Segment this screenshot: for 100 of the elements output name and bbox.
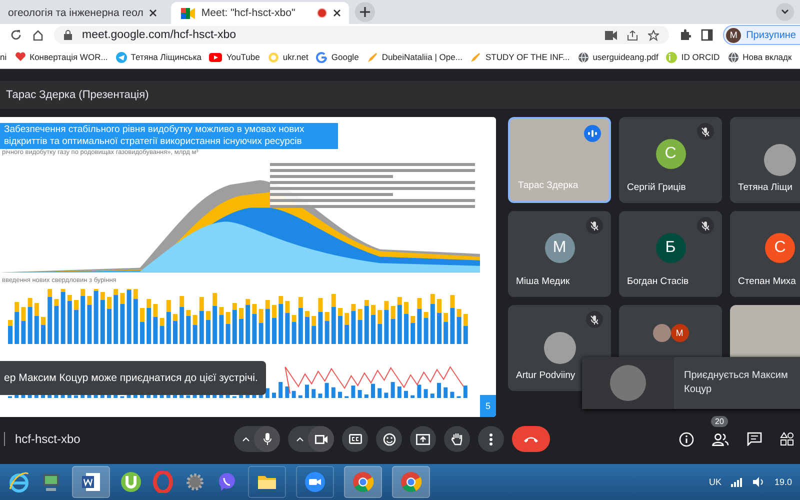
bookmark[interactable]: userguideang.pdf bbox=[578, 52, 658, 62]
phone-icon bbox=[523, 436, 539, 442]
caret-icon[interactable] bbox=[296, 436, 304, 442]
bookmark[interactable]: Конвертація WOR... bbox=[14, 52, 108, 62]
bookmark[interactable]: ID ORCID bbox=[666, 52, 720, 62]
id-icon bbox=[666, 52, 678, 62]
close-icon[interactable] bbox=[149, 9, 158, 17]
participant-tile[interactable]: С Сергій Гриців bbox=[619, 117, 722, 203]
camera-icon[interactable] bbox=[605, 30, 618, 40]
meet-icon bbox=[181, 8, 196, 18]
tab-title: огеологія та інженерна геол bbox=[8, 7, 144, 19]
chrome-taskbar-button[interactable] bbox=[392, 466, 430, 498]
bookmark[interactable]: Нова вкладк bbox=[728, 52, 792, 62]
share-icon[interactable] bbox=[627, 30, 638, 40]
emoji-button[interactable] bbox=[376, 426, 402, 452]
heart-icon bbox=[14, 52, 26, 62]
avatar: М bbox=[544, 233, 574, 263]
presentation-title: Тарас Здерка (Презентація) bbox=[6, 89, 149, 101]
bookmark[interactable]: ukr.net bbox=[268, 52, 308, 62]
info-icon[interactable] bbox=[679, 432, 694, 446]
chrome-taskbar-button[interactable] bbox=[344, 466, 382, 498]
bookmark[interactable]: YouTube bbox=[209, 52, 260, 62]
lock-icon[interactable] bbox=[64, 30, 72, 40]
more-options-button[interactable] bbox=[478, 426, 504, 452]
participant-count: 20 bbox=[711, 416, 728, 426]
clock-date[interactable]: 19.0 bbox=[774, 477, 792, 487]
participant-tile[interactable]: Б Богдан Стасів bbox=[619, 211, 722, 297]
participant-name: Міша Медик bbox=[516, 276, 570, 287]
chevron-down-icon bbox=[781, 9, 789, 15]
browser-tab[interactable]: огеологія та інженерна геол bbox=[0, 2, 166, 24]
meeting-code: hcf-hsct-xbo bbox=[15, 432, 80, 446]
activities-icon[interactable] bbox=[780, 432, 794, 446]
home-icon[interactable] bbox=[32, 29, 44, 41]
internet-explorer-icon[interactable] bbox=[8, 471, 30, 493]
torrent-icon[interactable] bbox=[120, 471, 142, 493]
raise-hand-button[interactable] bbox=[444, 426, 470, 452]
slide-title: Забезпечення стабільного рівня видобутку можливо в умовах нових відкриттів та оптимальної стратегії використання існуючих ресурсів bbox=[0, 123, 338, 149]
side-panel-icon[interactable] bbox=[701, 29, 714, 41]
avatar: С bbox=[656, 139, 686, 169]
viber-icon[interactable] bbox=[216, 471, 238, 493]
speaker-icon[interactable] bbox=[753, 477, 764, 487]
profile-button[interactable]: M Призупине bbox=[723, 25, 800, 45]
hand-icon bbox=[451, 432, 463, 446]
bookmark[interactable]: DubeiNataliia | Ope... bbox=[366, 52, 462, 62]
reload-icon[interactable] bbox=[10, 29, 22, 41]
present-icon bbox=[416, 434, 430, 444]
new-tab-button[interactable] bbox=[355, 2, 376, 22]
microphone-button[interactable] bbox=[234, 426, 280, 452]
ring-icon bbox=[268, 52, 279, 62]
camera-icon bbox=[314, 434, 328, 444]
computer-icon[interactable] bbox=[40, 471, 62, 493]
play-icon bbox=[209, 52, 222, 62]
bookmark[interactable]: Google bbox=[316, 52, 359, 62]
bookmark[interactable]: Тетяна Ліщинська bbox=[116, 52, 202, 62]
avatar: С bbox=[765, 233, 795, 263]
avatar-photo bbox=[544, 332, 576, 364]
bookmark[interactable]: STUDY OF THE INF... bbox=[470, 52, 570, 62]
captions-button[interactable] bbox=[342, 426, 368, 452]
pen-icon bbox=[366, 52, 378, 62]
signal-icon[interactable] bbox=[731, 478, 744, 486]
smiley-icon bbox=[382, 432, 396, 446]
chrome-icon bbox=[400, 471, 422, 493]
people-icon[interactable] bbox=[712, 432, 729, 446]
gear-icon[interactable] bbox=[184, 471, 206, 493]
address-bar[interactable]: meet.google.com/hcf-hsct-xbo bbox=[54, 26, 670, 44]
chrome-icon bbox=[352, 471, 374, 493]
close-icon[interactable] bbox=[333, 9, 342, 17]
plus-icon bbox=[360, 7, 370, 17]
camera-button[interactable] bbox=[288, 426, 334, 452]
zoom-taskbar-button[interactable] bbox=[296, 466, 334, 498]
word-icon bbox=[80, 471, 102, 493]
globe-icon bbox=[728, 52, 739, 62]
participant-name: Сергій Гриців bbox=[627, 182, 686, 193]
participant-tile[interactable]: С Степан Миха bbox=[730, 211, 800, 297]
profile-avatar: M bbox=[726, 28, 742, 42]
avatar-photo bbox=[652, 324, 670, 342]
browser-tab[interactable]: Meet: "hcf-hsct-xbo" bbox=[171, 2, 350, 24]
present-button[interactable] bbox=[410, 426, 436, 452]
tab-search-button[interactable] bbox=[776, 3, 794, 21]
participant-tile[interactable]: Тетяна Ліщи bbox=[730, 117, 800, 203]
extensions-icon[interactable] bbox=[679, 29, 692, 41]
globe-icon bbox=[578, 52, 589, 62]
bookmark[interactable]: ni bbox=[0, 52, 7, 62]
participant-name: Степан Миха bbox=[738, 276, 796, 287]
language-indicator[interactable]: UK bbox=[708, 477, 722, 487]
tab-title: Meet: "hcf-hsct-xbo" bbox=[201, 7, 296, 19]
participant-name: Тарас Здерка bbox=[518, 180, 578, 191]
folder-taskbar-button[interactable] bbox=[248, 466, 286, 498]
caret-icon[interactable] bbox=[242, 436, 250, 442]
participant-name: Тетяна Ліщи bbox=[738, 182, 792, 193]
participant-tile[interactable]: М Міша Медик bbox=[508, 211, 611, 297]
pen-icon bbox=[470, 52, 482, 62]
end-call-button[interactable] bbox=[512, 426, 550, 452]
microphone-icon bbox=[262, 433, 272, 445]
more-icon bbox=[489, 432, 493, 446]
participant-name: Artur Podviiny bbox=[516, 370, 576, 381]
star-icon[interactable] bbox=[648, 30, 660, 40]
word-taskbar-button[interactable] bbox=[72, 466, 110, 498]
avatar: Б bbox=[656, 233, 686, 263]
chat-icon[interactable] bbox=[747, 432, 762, 446]
